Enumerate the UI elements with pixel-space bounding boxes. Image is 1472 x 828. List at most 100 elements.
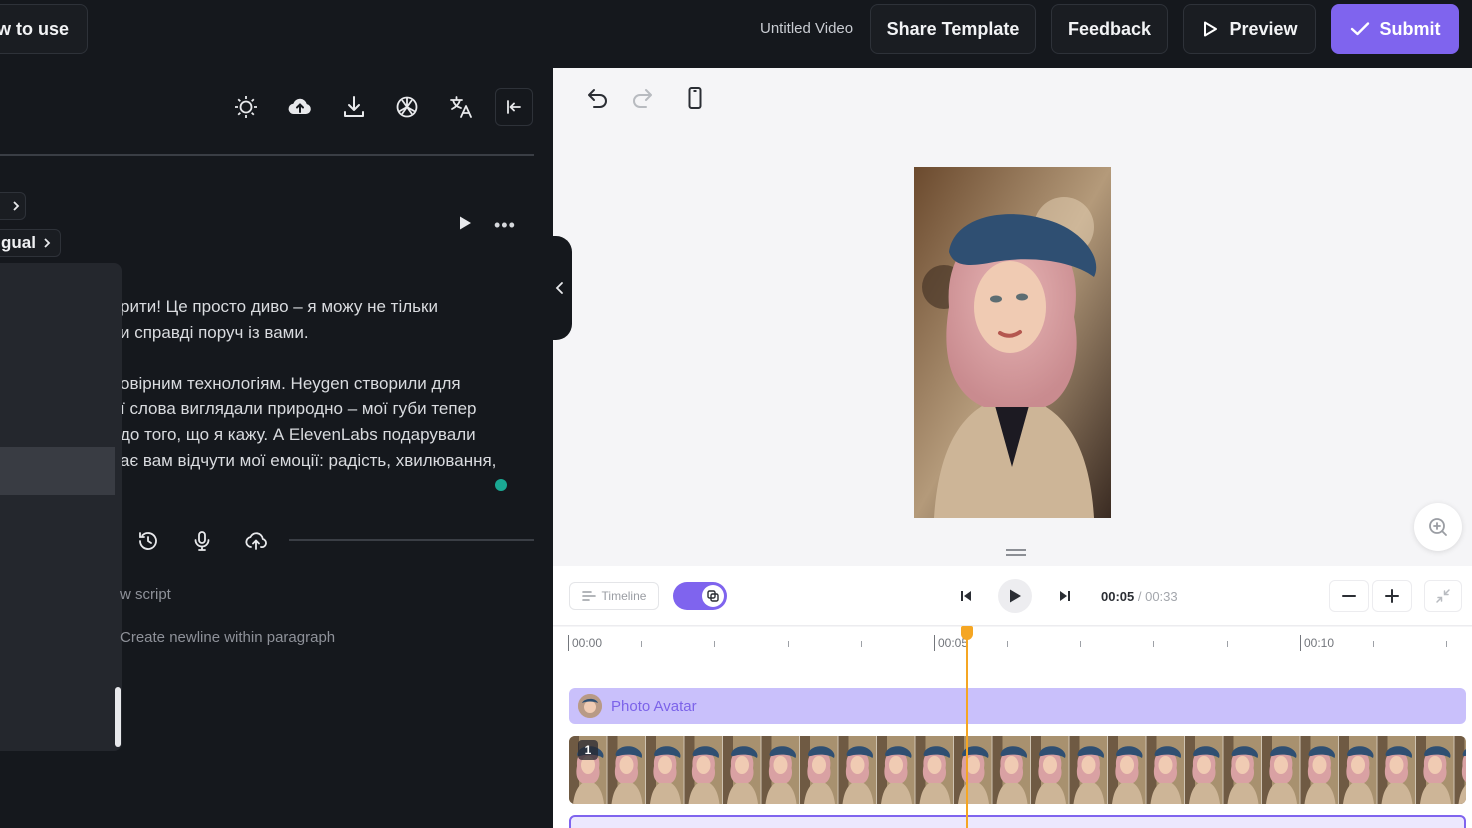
thumbnail-frame: [877, 736, 916, 804]
overlay-toggle[interactable]: [673, 582, 727, 610]
check-icon: [1350, 22, 1369, 36]
bulb-icon[interactable]: [233, 94, 259, 120]
total-time: 00:33: [1145, 589, 1178, 604]
voice-dropdown-menu[interactable]: [0, 263, 122, 751]
audio-track[interactable]: [569, 815, 1466, 828]
script-line: до того, що я кажу. А ElevenLabs подарув…: [120, 424, 476, 444]
feedback-button[interactable]: Feedback: [1051, 4, 1168, 54]
zoom-out-button[interactable]: [1329, 580, 1369, 612]
dropdown-scrollbar[interactable]: [115, 687, 121, 747]
avatar-track[interactable]: Photo Avatar: [569, 688, 1466, 724]
thumbnail-frame: [1300, 736, 1339, 804]
cloud-upload-icon[interactable]: [287, 94, 313, 120]
aspect-ratio-icon[interactable]: [681, 84, 709, 112]
dropdown-highlighted-item[interactable]: [0, 447, 115, 495]
microphone-icon[interactable]: [189, 528, 215, 554]
hint-newline: Create newline within paragraph: [120, 629, 336, 646]
collapse-panel-button[interactable]: [495, 88, 533, 126]
history-icon[interactable]: [135, 528, 161, 554]
ruler-tick: [861, 641, 862, 647]
openai-icon[interactable]: [394, 94, 420, 120]
time-separator: /: [1134, 589, 1146, 604]
play-voice-button[interactable]: [457, 215, 473, 236]
thumbnail-frame: [1185, 736, 1224, 804]
zoom-fit-button[interactable]: [1414, 503, 1462, 551]
chevron-right-icon: [44, 238, 51, 248]
video-title[interactable]: Untitled Video: [760, 20, 853, 37]
script-line: и справді поруч із вами.: [120, 322, 309, 342]
playhead[interactable]: [966, 626, 968, 828]
skip-forward-button[interactable]: [1052, 583, 1078, 609]
ruler-tick: [1007, 641, 1008, 647]
thumbnail-frame: [954, 736, 993, 804]
minimize-icon: [1436, 589, 1450, 603]
video-preview[interactable]: [914, 167, 1111, 518]
timeline-button[interactable]: Timeline: [569, 582, 659, 610]
preview-label: Preview: [1229, 18, 1298, 39]
collapse-edge-tab[interactable]: [548, 236, 572, 340]
timeline-label: Timeline: [601, 589, 647, 603]
avatar: [578, 694, 602, 718]
thumbnail-frame: [723, 736, 762, 804]
download-icon[interactable]: [341, 94, 367, 120]
toggle-knob: [702, 585, 724, 607]
script-line: ає вам відчути мої емоції: радість, хвил…: [120, 450, 497, 470]
scene-chip[interactable]: [0, 192, 26, 220]
preview-button[interactable]: Preview: [1183, 4, 1316, 54]
ruler-tick: [714, 641, 715, 647]
thumbnail-frame: [1454, 736, 1466, 804]
language-chip[interactable]: gual: [0, 229, 61, 257]
upload-audio-icon[interactable]: [243, 528, 269, 554]
collapse-left-icon: [507, 100, 521, 114]
plus-icon: [1385, 589, 1399, 603]
status-dot: [495, 479, 507, 491]
skip-forward-icon: [1060, 591, 1070, 601]
thumbnail-frame: [607, 736, 646, 804]
hint-new-script: w script: [120, 586, 171, 603]
zoom-in-button[interactable]: [1372, 580, 1412, 612]
undo-icon[interactable]: [584, 84, 612, 112]
how-to-use-button[interactable]: w to use: [0, 4, 88, 54]
ruler-tick: [1080, 641, 1081, 647]
script-line: рити! Це просто диво – я можу не тільки: [120, 297, 438, 316]
translate-icon[interactable]: [448, 94, 474, 120]
play-icon: [1010, 589, 1021, 603]
timeline-ruler[interactable]: [553, 627, 1472, 673]
script-line: ї слова виглядали природно – мої губи те…: [120, 399, 477, 419]
video-track[interactable]: [569, 736, 1466, 804]
play-outline-icon: [1204, 21, 1218, 37]
portrait-image: [914, 167, 1111, 518]
minimize-button[interactable]: [1424, 580, 1462, 612]
resize-handle[interactable]: [1006, 549, 1026, 556]
video-thumbnails: [569, 736, 1466, 804]
how-to-use-label: w to use: [0, 18, 69, 39]
script-line: овірним технологіям. Heygen створили для: [120, 373, 461, 393]
play-button[interactable]: [998, 579, 1032, 613]
thumbnail-frame: [1416, 736, 1455, 804]
thumbnail-frame: [1262, 736, 1301, 804]
audio-divider: [289, 539, 534, 541]
chevron-right-icon: [13, 201, 20, 211]
thumbnail-frame: [761, 736, 800, 804]
ruler-label: 00:00: [568, 635, 602, 651]
avatar-track-label: Photo Avatar: [611, 697, 697, 715]
play-icon: [460, 216, 471, 230]
script-text[interactable]: рити! Це просто диво – я можу не тільки …: [120, 294, 520, 473]
submit-button[interactable]: Submit: [1331, 4, 1459, 54]
ruler-tick: [1373, 641, 1374, 647]
time-display: 00:05 / 00:33: [1101, 589, 1178, 604]
skip-back-button[interactable]: [953, 583, 979, 609]
submit-label: Submit: [1379, 18, 1441, 39]
top-bar: w to use Untitled Video Share Template F…: [0, 0, 1472, 68]
thumbnail-frame: [1146, 736, 1185, 804]
share-template-button[interactable]: Share Template: [870, 4, 1036, 54]
thumbnail-frame: [1339, 736, 1378, 804]
thumbnail-frame: [1108, 736, 1147, 804]
more-options-icon[interactable]: •••: [494, 215, 516, 236]
redo-icon[interactable]: [628, 84, 656, 112]
timeline-icon: [581, 591, 596, 601]
thumbnail-frame: [1223, 736, 1262, 804]
script-panel: gual ••• рити! Це просто диво – я можу н…: [0, 68, 553, 828]
thumbnail-frame: [838, 736, 877, 804]
playhead-handle[interactable]: [961, 626, 973, 640]
